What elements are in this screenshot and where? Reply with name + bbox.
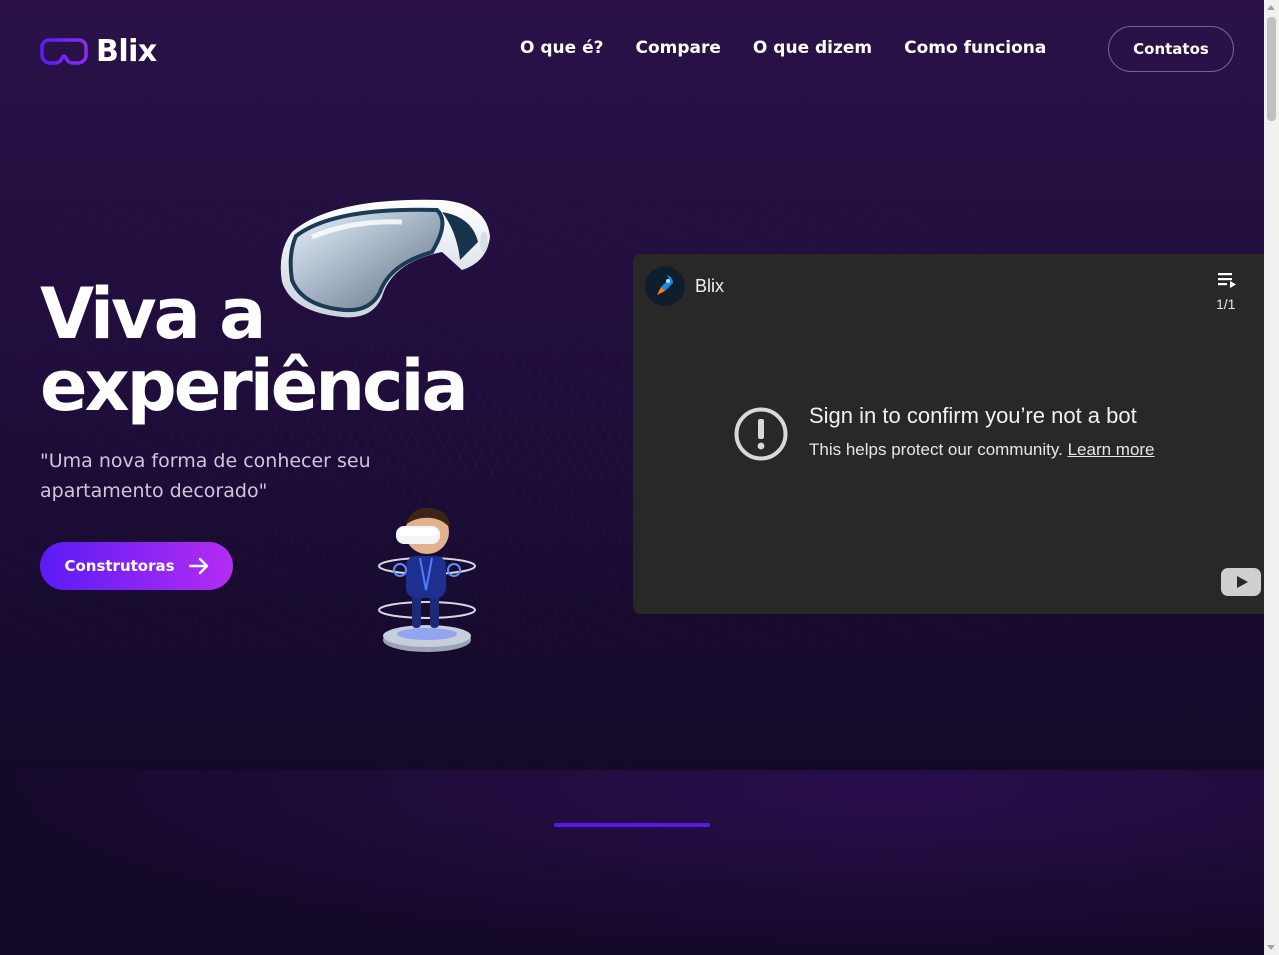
cta-label: Construtoras [64,557,175,575]
main-nav: O que é? Compare O que dizem Como funcio… [520,38,1046,58]
rocket-icon [657,275,673,295]
scroll-down-arrow-icon[interactable] [1267,945,1275,950]
nav-item-o-que-dizem[interactable]: O que dizem [753,38,872,58]
nav-item-o-que-e[interactable]: O que é? [520,38,603,58]
arrow-right-icon [188,557,208,575]
video-embed[interactable]: Blix 1/1 Sign in to confirm you’re not a… [633,254,1265,614]
hero-title-line-2: experiência [40,345,469,427]
youtube-play-icon[interactable] [1221,568,1261,596]
scroll-up-arrow-icon[interactable] [1267,5,1275,10]
brand-name: Blix [96,34,157,69]
vr-avatar-illustration [372,500,482,664]
playlist-icon[interactable] [1216,270,1238,290]
channel-avatar[interactable] [645,266,685,306]
contact-button[interactable]: Contatos [1108,26,1234,72]
bot-check-message: This helps protect our community. Learn … [809,440,1155,460]
hero-title-line-1: Viva a [40,273,266,355]
bot-check-text: This helps protect our community. [809,440,1063,459]
nav-item-como-funciona[interactable]: Como funciona [904,38,1046,58]
scroll-thumb[interactable] [1267,17,1276,121]
hero-subtitle: "Uma nova forma de conhecer seu apartame… [40,450,371,502]
learn-more-link[interactable]: Learn more [1068,440,1155,459]
slider-indicator [554,823,710,827]
playlist-count: 1/1 [1216,296,1236,312]
construtoras-button[interactable]: Construtoras [40,542,233,590]
vr-headset-outline-icon [40,37,88,65]
channel-name[interactable]: Blix [695,276,724,297]
brand-logo[interactable]: Blix [40,34,157,69]
exclamation-circle-icon [734,407,788,461]
bot-check-title: Sign in to confirm you’re not a bot [809,403,1137,428]
background-glow [0,770,1265,955]
hero-title: Viva a experiência [40,273,469,427]
nav-item-compare[interactable]: Compare [635,38,720,58]
page-scrollbar[interactable] [1264,0,1279,955]
